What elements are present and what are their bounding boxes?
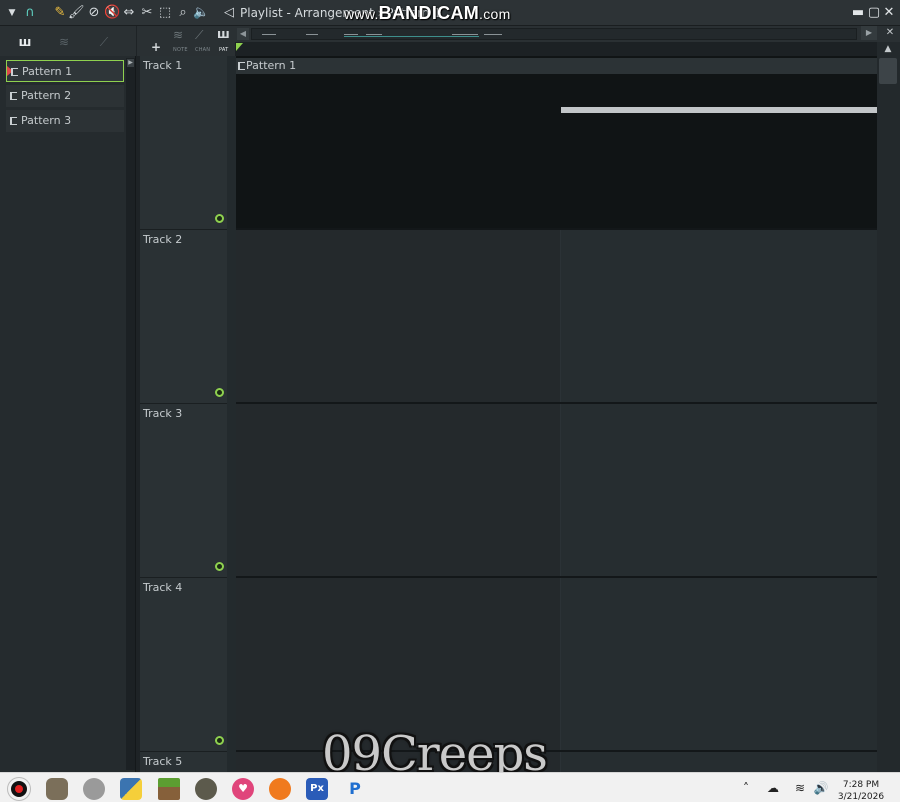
fl-studio-app-icon[interactable] (269, 778, 291, 800)
pencil-icon[interactable]: ✎ (52, 5, 68, 21)
minimize-button[interactable]: ▬ (850, 5, 866, 21)
wifi-icon[interactable]: ≋ (792, 781, 808, 795)
track-mute-toggle[interactable] (215, 388, 224, 397)
track-row: Track 2 (137, 230, 877, 404)
settings-app-icon[interactable] (83, 778, 105, 800)
system-clock[interactable]: 7:28 PM 3/21/2026 (826, 779, 896, 802)
pattern-list-item[interactable]: Pattern 2 (6, 85, 124, 107)
track-name: Track 5 (143, 755, 183, 768)
mute-icon[interactable]: 🔇 (104, 5, 120, 21)
pattern-clip-icon[interactable]: ш (217, 27, 230, 41)
windows-taskbar: ♥ Px P ˄ ☁ ≋ 🔊 7:28 PM 3/21/2026 (0, 772, 900, 802)
bandicam-watermark: www.BANDICAM.com (344, 3, 511, 23)
clock-time: 7:28 PM (842, 780, 880, 790)
close-button[interactable]: ✕ (881, 5, 897, 21)
pattern-list-item[interactable]: Pattern 1 (6, 60, 124, 82)
onedrive-icon[interactable]: ☁ (765, 781, 781, 795)
track-row: Track 3 (137, 404, 877, 578)
song-overview[interactable] (251, 28, 857, 40)
track-resize-handle[interactable] (227, 578, 236, 752)
playlist-titlebar: ▼ ∩ ✎ 🖌 ⊘ 🔇 ⇔ ✂ ⬚ ⌕ 🔈 ◁ Playlist - Arran… (0, 0, 900, 26)
automation-icon[interactable]: ⟋ (89, 33, 119, 51)
track-header[interactable]: Track 4 (140, 578, 227, 752)
pattern-label: Pattern 2 (21, 89, 72, 102)
scroll-left-icon[interactable]: ◀ (237, 28, 249, 40)
track-row: Track 1 Pattern 1 (137, 56, 877, 230)
picker-scrollbar[interactable]: ▶ (126, 58, 135, 770)
record-app-icon[interactable] (8, 778, 30, 800)
pattern-clip[interactable]: Pattern 1 (236, 58, 877, 74)
heart-app-icon[interactable]: ♥ (232, 778, 254, 800)
pattern-icon (238, 62, 245, 70)
scroll-up-icon[interactable]: ▲ (881, 42, 895, 56)
delete-icon[interactable]: ⊘ (86, 5, 102, 21)
pattern-icon (10, 92, 17, 100)
track-resize-handle[interactable] (227, 230, 236, 404)
clock-date: 3/21/2026 (837, 792, 885, 802)
playback-icon[interactable]: ◁ (221, 5, 237, 21)
track-header[interactable]: Track 1 (140, 56, 227, 230)
track-resize-handle[interactable] (227, 56, 236, 230)
track-resize-handle[interactable] (227, 404, 236, 578)
paint-brush-icon[interactable]: 🖌 (68, 5, 85, 21)
close-playlist-icon[interactable]: ✕ (883, 26, 897, 40)
pattern-list-item[interactable]: Pattern 3 (6, 110, 124, 132)
slice-icon[interactable]: ✂ (139, 5, 155, 21)
picker-tabs: ш ≋ ⟋ (0, 26, 136, 56)
clip-note (561, 107, 877, 113)
track-header[interactable]: Track 2 (140, 230, 227, 404)
timeline-ruler[interactable] (235, 42, 880, 56)
pattern-icon (10, 117, 17, 125)
picker-panel: ш ≋ ⟋ Pattern 1 Pattern 2 Pattern 3 ▶ (0, 26, 136, 772)
track-header[interactable]: Track 5 (140, 752, 227, 772)
track-header[interactable]: Track 3 (140, 404, 227, 578)
add-button[interactable]: + (151, 40, 161, 54)
chevron-up-icon[interactable]: ˄ (738, 781, 754, 795)
track-lane[interactable] (236, 230, 877, 404)
slip-icon[interactable]: ⇔ (121, 5, 137, 21)
track-name: Track 1 (143, 59, 183, 72)
audio-clip-icon[interactable]: ≋ (173, 28, 183, 42)
vertical-scrollbar[interactable]: ▲ (877, 42, 900, 772)
maximize-button[interactable]: ▢ (866, 5, 882, 21)
playlist-tracks: Track 1 Pattern 1 Track 2 Track 3 Track … (137, 56, 877, 772)
zoom-icon[interactable]: ⌕ (175, 5, 191, 21)
track-name: Track 4 (143, 581, 183, 594)
scroll-right-button[interactable]: ▶ (861, 26, 877, 40)
track-mute-toggle[interactable] (215, 214, 224, 223)
pixel-app-icon[interactable]: Px (306, 778, 328, 800)
piano-keys-icon[interactable]: ш (10, 33, 40, 51)
pattern-list: Pattern 1 Pattern 2 Pattern 3 (6, 60, 124, 135)
minecraft-app-icon[interactable] (158, 778, 180, 800)
track-resize-handle[interactable] (227, 752, 236, 772)
audio-wave-icon[interactable]: ≋ (49, 33, 79, 51)
track-mute-toggle[interactable] (215, 562, 224, 571)
scroll-right-icon[interactable]: ▶ (127, 59, 134, 67)
track-lane[interactable] (236, 404, 877, 578)
pat-label: PAT (219, 47, 229, 53)
track-mute-toggle[interactable] (215, 736, 224, 745)
pattern-label: Pattern 3 (21, 114, 72, 127)
pattern-label: Pattern 1 (22, 65, 73, 78)
clip-label: Pattern 1 (246, 59, 297, 72)
menu-arrow-icon[interactable]: ▼ (4, 5, 20, 21)
note-label: NOTE (173, 47, 188, 53)
pycharm-app-icon[interactable]: P (344, 778, 366, 800)
rock-app-icon[interactable] (195, 778, 217, 800)
playlist-toolbar: + ≋ NOTE ⟋ CHAN ш PAT ◀ (137, 26, 900, 56)
pattern-icon (11, 68, 18, 76)
track-name: Track 3 (143, 407, 183, 420)
python-app-icon[interactable] (120, 778, 142, 800)
chan-label: CHAN (195, 47, 211, 53)
magnet-icon[interactable]: ∩ (22, 5, 38, 21)
automation-clip-icon[interactable]: ⟋ (195, 28, 203, 43)
scrollbar-thumb[interactable] (879, 58, 897, 84)
gimp-app-icon[interactable] (46, 778, 68, 800)
fl-studio-window: ▼ ∩ ✎ 🖌 ⊘ 🔇 ⇔ ✂ ⬚ ⌕ 🔈 ◁ Playlist - Arran… (0, 0, 900, 802)
speaker-icon[interactable]: 🔈 (193, 5, 209, 21)
song-position-marker[interactable] (236, 43, 243, 51)
select-icon[interactable]: ⬚ (157, 5, 173, 21)
track-name: Track 2 (143, 233, 183, 246)
track-lane[interactable]: Pattern 1 (236, 56, 877, 230)
